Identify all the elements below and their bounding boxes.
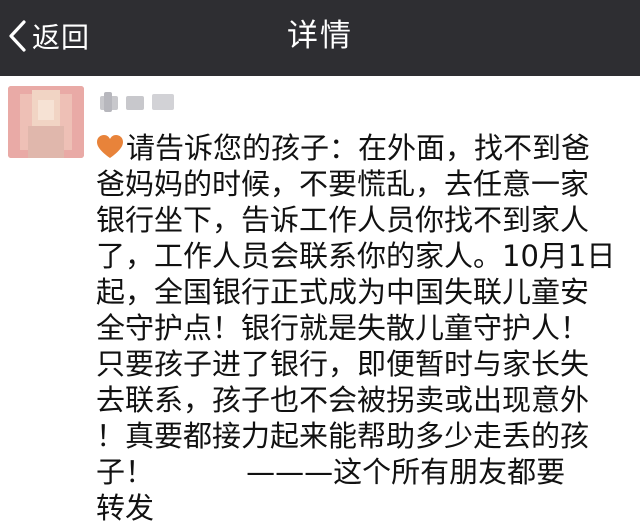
post-line: 全守护点！银行就是失散儿童守护人！ bbox=[96, 311, 590, 345]
post-line: 请告诉您的孩子：在外面，找不到爸 bbox=[96, 130, 632, 166]
post-line: 银行坐下，告诉工作人员你找不到家人 bbox=[96, 203, 590, 237]
post-line: ！真要都接力起来能帮助多少走丢的孩 bbox=[96, 419, 590, 453]
name-pixel bbox=[152, 94, 174, 110]
post-line: 只要孩子进了银行，即便暂时与家长失 bbox=[96, 347, 590, 381]
name-pixel bbox=[126, 96, 144, 110]
heart-icon bbox=[96, 134, 124, 160]
avatar[interactable] bbox=[8, 86, 84, 158]
post-line: 去联系，孩子也不会被拐卖或出现意外 bbox=[96, 383, 590, 417]
avatar-pixel bbox=[38, 100, 54, 120]
name-pixel bbox=[104, 92, 112, 112]
avatar-pixel bbox=[28, 126, 64, 158]
post-line: 了，工作人员会联系你的家人。10月1日 bbox=[96, 239, 616, 273]
page-title: 详情 bbox=[287, 18, 353, 54]
post-line: 子！ ———这个所有朋友都要 bbox=[96, 455, 566, 489]
author-name[interactable] bbox=[100, 90, 190, 114]
post-line: 起，全国银行正式成为中国失联儿童安 bbox=[96, 275, 590, 309]
post-text: 请告诉您的孩子：在外面，找不到爸 爸妈妈的时候，不要慌乱，去任意一家 银行坐下，… bbox=[96, 130, 632, 526]
post-line: 转发 bbox=[96, 491, 155, 525]
post-line: 爸妈妈的时候，不要慌乱，去任意一家 bbox=[96, 167, 590, 201]
navigation-bar: 返回 详情 bbox=[0, 0, 640, 76]
